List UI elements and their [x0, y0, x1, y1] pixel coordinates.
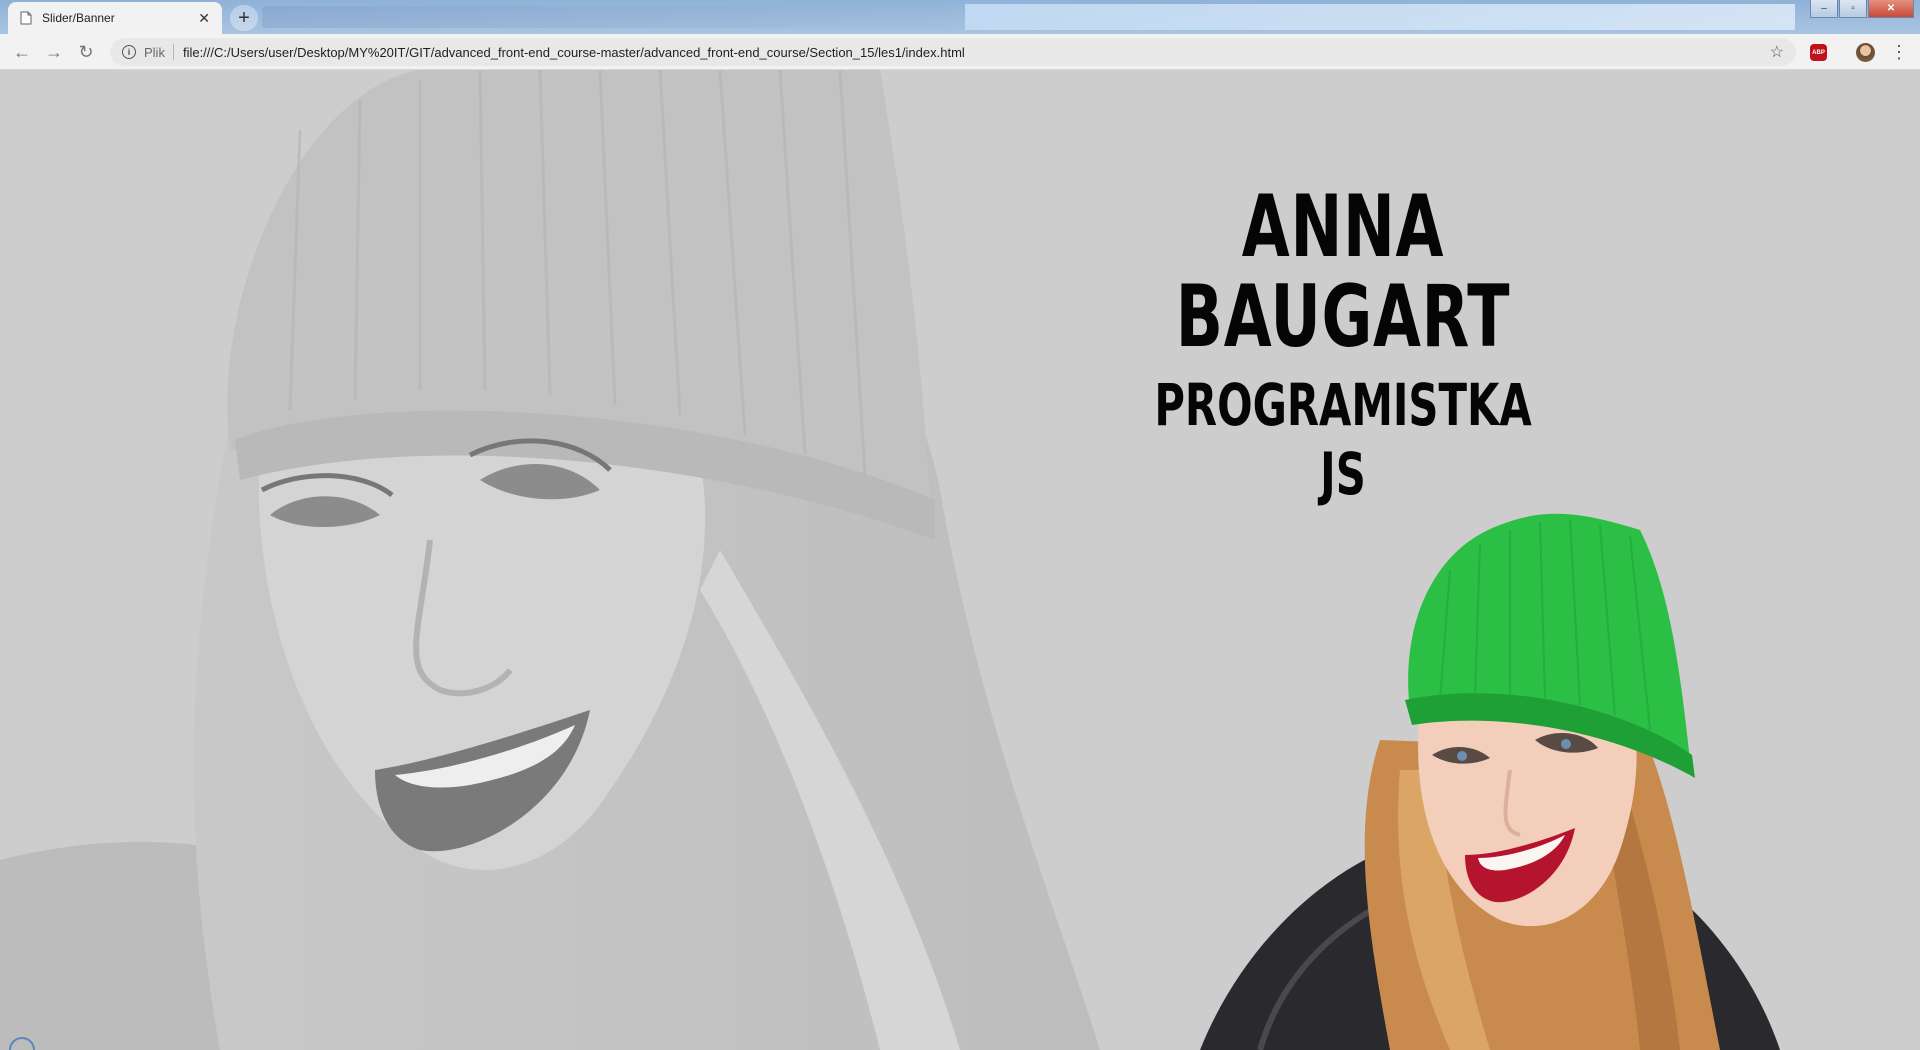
- page-icon: [20, 11, 32, 25]
- menu-icon[interactable]: ⋮: [1890, 41, 1908, 63]
- browser-toolbar: ← → ↻ i Plik file:///C:/Users/user/Deskt…: [0, 34, 1920, 70]
- maximize-button[interactable]: ▫: [1839, 0, 1867, 18]
- reload-button[interactable]: ↻: [74, 41, 98, 63]
- hero-text: ANNA BAUGART PROGRAMISTKA JS: [1050, 182, 1636, 510]
- back-arrow-icon: ←: [13, 41, 31, 62]
- avatar[interactable]: [1856, 43, 1875, 62]
- address-separator: [172, 44, 174, 60]
- hero-name: ANNA BAUGART: [1175, 177, 1511, 368]
- foreground-portrait-image: [1200, 513, 1780, 1050]
- close-icon[interactable]: ✕: [198, 11, 210, 25]
- window-controls: – ▫ ✕: [1809, 0, 1914, 18]
- browser-tab[interactable]: Slider/Banner ✕: [8, 2, 222, 34]
- window-close-button[interactable]: ✕: [1868, 0, 1914, 18]
- tab-title: Slider/Banner: [42, 11, 115, 25]
- address-bar[interactable]: i Plik file:///C:/Users/user/Desktop/MY%…: [110, 38, 1796, 66]
- forward-arrow-icon: →: [45, 41, 63, 62]
- background-window-panel: [965, 4, 1795, 30]
- background-window-toolbar: [262, 6, 962, 28]
- scheme-label: Plik: [144, 44, 165, 60]
- adblock-icon[interactable]: ABP: [1810, 44, 1827, 61]
- star-icon[interactable]: ☆: [1770, 42, 1784, 62]
- corner-badge-icon: [9, 1037, 35, 1050]
- background-portrait-image: [0, 70, 1100, 1050]
- hero-role: PROGRAMISTKA JS: [1154, 370, 1532, 509]
- forward-button[interactable]: →: [42, 41, 66, 63]
- reload-icon: ↻: [78, 41, 94, 62]
- page-viewport: ANNA BAUGART PROGRAMISTKA JS: [0, 70, 1920, 1050]
- info-icon[interactable]: i: [122, 45, 136, 59]
- url-text[interactable]: file:///C:/Users/user/Desktop/MY%20IT/GI…: [183, 45, 1770, 60]
- window-title-bar: Slider/Banner ✕ + – ▫ ✕: [0, 0, 1920, 34]
- back-button[interactable]: ←: [10, 41, 34, 63]
- plus-icon: +: [238, 6, 250, 29]
- minimize-button[interactable]: –: [1810, 0, 1838, 18]
- new-tab-button[interactable]: +: [230, 5, 258, 31]
